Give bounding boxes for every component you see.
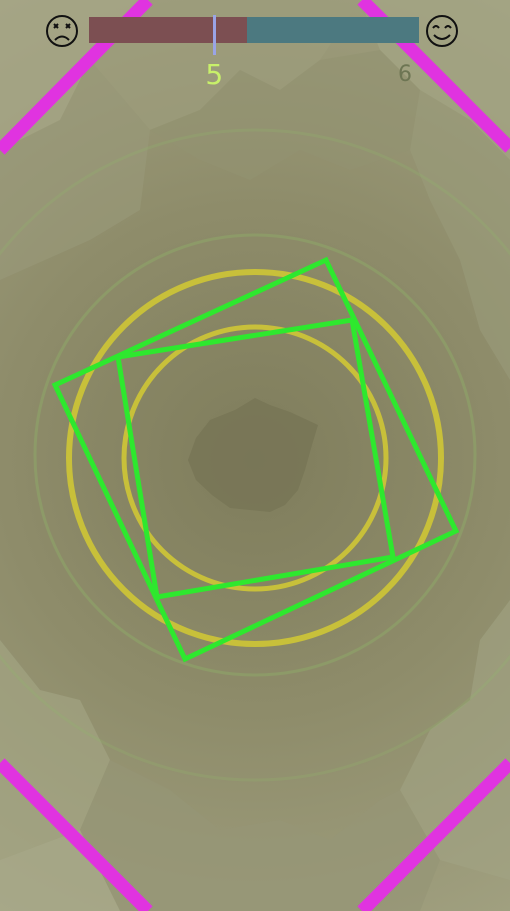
current-level: 5 <box>205 58 224 91</box>
sad-face-icon <box>46 15 78 47</box>
progress-marker <box>213 15 217 55</box>
hud: 5 6 <box>0 0 510 100</box>
happy-face-icon <box>426 15 458 47</box>
mood-progress-bar <box>89 17 419 43</box>
progress-fill-right <box>247 17 419 43</box>
game-stage[interactable]: 5 6 <box>0 0 510 911</box>
next-level: 6 <box>398 62 412 87</box>
tunnel-scene[interactable] <box>0 0 510 911</box>
progress-fill-left <box>89 17 248 43</box>
